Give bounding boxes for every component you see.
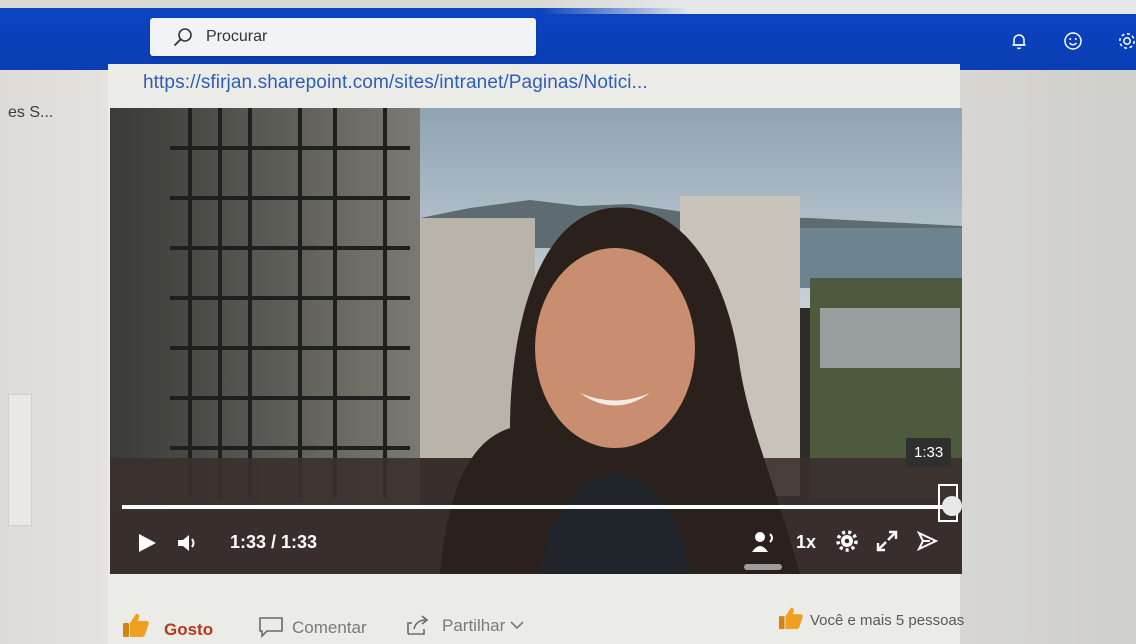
- video-player[interactable]: 1:33 1:33 / 1:33 1x: [110, 108, 962, 574]
- chevron-down-icon[interactable]: [510, 620, 524, 630]
- search-icon: [174, 28, 192, 46]
- right-pane: [960, 70, 1136, 644]
- post-link[interactable]: https://sfirjan.sharepoint.com/sites/int…: [143, 72, 648, 94]
- thumbs-up-icon: [123, 613, 149, 637]
- play-icon[interactable]: [136, 532, 158, 554]
- search-box[interactable]: [150, 18, 536, 56]
- thumbs-up-icon: [779, 607, 803, 630]
- volume-icon[interactable]: [176, 532, 202, 554]
- fullscreen-icon[interactable]: [876, 530, 898, 552]
- comment-label: Comentar: [292, 618, 367, 637]
- progress-handle[interactable]: [942, 496, 962, 516]
- time-display: 1:33 / 1:33: [230, 532, 318, 552]
- left-pane-panel: [8, 394, 32, 526]
- search-input[interactable]: [206, 18, 506, 56]
- gear-icon[interactable]: [1116, 30, 1136, 52]
- comment-icon: [259, 617, 283, 638]
- captions-icon[interactable]: [750, 528, 778, 554]
- like-label: Gosto: [164, 620, 214, 639]
- share-arrow-icon: [407, 615, 429, 635]
- playback-speed[interactable]: 1x: [796, 532, 816, 553]
- share-icon[interactable]: [916, 530, 938, 552]
- likes-summary-text: Você e mais 5 pessoas: [810, 612, 965, 629]
- bottom-scrub-indicator: [744, 564, 782, 570]
- bell-icon[interactable]: [1008, 30, 1030, 52]
- smiley-icon[interactable]: [1062, 30, 1084, 52]
- progress-bar[interactable]: [122, 505, 952, 509]
- settings-icon[interactable]: [836, 530, 858, 552]
- share-label: Partilhar: [442, 616, 506, 635]
- seek-tooltip: 1:33: [906, 438, 952, 467]
- screen-glare: [540, 0, 1136, 14]
- left-pane: [0, 70, 108, 644]
- left-pane-truncated-text[interactable]: es S...: [8, 104, 53, 122]
